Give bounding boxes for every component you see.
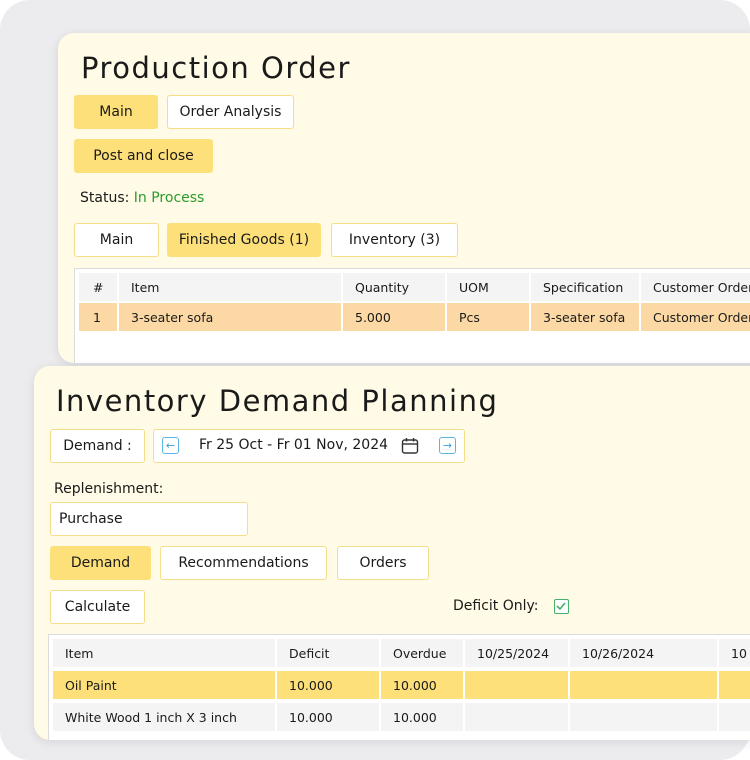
table-cell	[570, 703, 719, 731]
column-header[interactable]: 10/26/2024	[570, 639, 719, 667]
column-header[interactable]: Item	[119, 273, 343, 301]
table-header-row: Item Deficit Overdue 10/25/2024 10/26/20…	[49, 639, 750, 667]
column-header[interactable]: #	[79, 273, 119, 301]
calendar-icon[interactable]	[401, 437, 419, 455]
subtab-finished-goods[interactable]: Finished Goods (1)	[167, 223, 321, 257]
table-cell: White Wood 1 inch X 3 inch	[53, 703, 277, 731]
column-header[interactable]: Overdue	[381, 639, 465, 667]
table-cell	[465, 703, 570, 731]
table-cell: 3-seater sofa	[531, 303, 641, 331]
status-label: Status:	[80, 190, 130, 206]
period-selector[interactable]: ← Fr 25 Oct - Fr 01 Nov, 2024 →	[153, 429, 465, 463]
tab-recommendations[interactable]: Recommendations	[160, 546, 327, 580]
tab-main[interactable]: Main	[74, 95, 158, 129]
calculate-button[interactable]: Calculate	[50, 590, 145, 624]
table-cell	[570, 671, 719, 699]
finished-goods-table: # Item Quantity UOM Specification Custom…	[74, 268, 750, 363]
table-cell: Pcs	[447, 303, 531, 331]
demand-label-box: Demand :	[50, 429, 145, 463]
column-header[interactable]: 10	[719, 639, 750, 667]
table-cell: 10.000	[277, 703, 381, 731]
tab-demand[interactable]: Demand	[50, 546, 151, 580]
table-cell: Customer Order	[641, 303, 750, 331]
status-line: Status: In Process	[80, 190, 204, 206]
subtab-main[interactable]: Main	[74, 223, 159, 257]
arrow-left-icon[interactable]: ←	[162, 437, 179, 454]
arrow-right-icon[interactable]: →	[439, 437, 456, 454]
table-cell: Oil Paint	[53, 671, 277, 699]
status-value: In Process	[133, 190, 205, 206]
subtab-inventory[interactable]: Inventory (3)	[331, 223, 458, 257]
table-header-row: # Item Quantity UOM Specification Custom…	[75, 273, 750, 301]
period-text: Fr 25 Oct - Fr 01 Nov, 2024	[199, 437, 389, 453]
demand-table: Item Deficit Overdue 10/25/2024 10/26/20…	[48, 634, 750, 740]
column-header[interactable]: Specification	[531, 273, 641, 301]
table-cell: 3-seater sofa	[119, 303, 343, 331]
column-header[interactable]: Item	[53, 639, 277, 667]
table-cell	[719, 703, 750, 731]
table-cell	[719, 671, 750, 699]
table-cell: 5.000	[343, 303, 447, 331]
production-order-panel: Production Order Main Order Analysis Pos…	[58, 33, 750, 363]
tab-orders[interactable]: Orders	[337, 546, 429, 580]
table-cell: 10.000	[277, 671, 381, 699]
post-and-close-button[interactable]: Post and close	[74, 139, 213, 173]
check-icon	[556, 602, 566, 611]
tab-order-analysis[interactable]: Order Analysis	[167, 95, 294, 129]
deficit-only-label: Deficit Only:	[453, 598, 539, 614]
table-cell	[465, 671, 570, 699]
table-cell: 1	[79, 303, 119, 331]
replenishment-select[interactable]: Purchase	[50, 502, 248, 536]
replenishment-label: Replenishment:	[54, 481, 164, 497]
column-header[interactable]: Deficit	[277, 639, 381, 667]
deficit-only-checkbox[interactable]	[554, 599, 569, 614]
table-row[interactable]: 1 3-seater sofa 5.000 Pcs 3-seater sofa …	[75, 303, 750, 331]
column-header[interactable]: UOM	[447, 273, 531, 301]
column-header[interactable]: Customer Order	[641, 273, 750, 301]
table-row[interactable]: Oil Paint 10.000 10.000	[49, 671, 750, 699]
table-cell: 10.000	[381, 703, 465, 731]
table-cell: 10.000	[381, 671, 465, 699]
page-title: Production Order	[81, 51, 351, 85]
table-row[interactable]: White Wood 1 inch X 3 inch 10.000 10.000	[49, 703, 750, 731]
column-header[interactable]: 10/25/2024	[465, 639, 570, 667]
column-header[interactable]: Quantity	[343, 273, 447, 301]
page-title: Inventory Demand Planning	[56, 384, 499, 418]
demand-planning-panel: Inventory Demand Planning Demand : ← Fr …	[34, 366, 750, 740]
